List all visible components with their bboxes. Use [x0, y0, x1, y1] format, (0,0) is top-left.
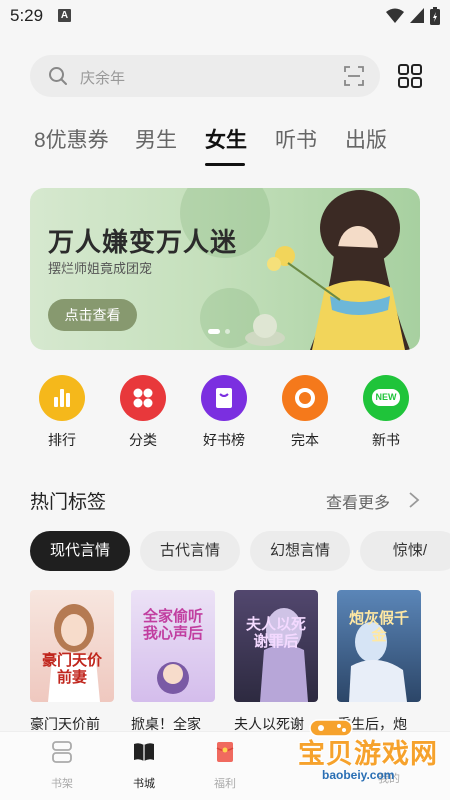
book-cover: 全家偷听我心声后 [131, 590, 215, 702]
nav-label: 书架 [51, 778, 73, 790]
bookmark-icon [201, 375, 247, 421]
search-input[interactable]: 庆余年 [80, 67, 125, 88]
nav-label: 福利 [214, 778, 236, 790]
banner-title: 万人嫌变万人迷 [48, 227, 238, 257]
entry-completed[interactable]: 完本 [275, 375, 335, 450]
open-book-icon [134, 743, 154, 761]
chip-fantasy-romance[interactable]: 幻想言情 [250, 531, 350, 571]
channel-tabs: 8优惠券 男生 女生 听书 出版 [0, 118, 450, 168]
book-card[interactable]: 豪门天价前妻 豪门天价前 [30, 590, 114, 734]
tab-female[interactable]: 女生 [205, 124, 247, 154]
banner-subtitle: 摆烂师姐竟成团宠 [48, 261, 153, 276]
entry-new-books[interactable]: NEW 新书 [356, 375, 416, 450]
chevron-right-icon[interactable] [408, 491, 420, 509]
chip-thriller[interactable]: 惊悚/ [360, 531, 450, 571]
book-list: 豪门天价前妻 豪门天价前 全家偷听我心声后 掀桌！全家 夫人以死谢罪后 夫人以死… [0, 590, 450, 740]
book-cover-title: 全家偷听我心声后 [142, 608, 203, 642]
book-card[interactable]: 全家偷听我心声后 掀桌！全家 [131, 590, 215, 734]
tab-indicator [205, 163, 245, 166]
new-badge-icon: NEW [363, 375, 409, 421]
entry-category[interactable]: 分类 [113, 375, 173, 450]
ring-icon [282, 375, 328, 421]
see-more-link[interactable]: 查看更多 [326, 489, 390, 513]
chip-ancient-romance[interactable]: 古代言情 [140, 531, 240, 571]
four-dots-icon [120, 375, 166, 421]
new-badge-text: NEW [372, 389, 400, 406]
nav-bookstore[interactable]: 书城 [119, 740, 169, 791]
tab-coupon[interactable]: 8优惠券 [34, 124, 109, 154]
book-cover: 炮灰假千金 [337, 590, 421, 702]
nav-label: 书城 [133, 778, 155, 790]
wifi-icon [386, 8, 404, 23]
banner-illustration [245, 190, 410, 350]
entry-label: 排行 [48, 432, 76, 448]
status-bar: 5:29 A [0, 0, 450, 34]
book-card[interactable]: 炮灰假千金 重生后，炮 [337, 590, 421, 734]
watermark-logo: 宝贝游戏网 baobeiy.com [280, 719, 450, 800]
entry-label: 好书榜 [203, 432, 245, 448]
red-packet-icon [216, 742, 234, 762]
search-bar[interactable]: 庆余年 [30, 55, 380, 97]
nav-bookshelf[interactable]: 书架 [37, 740, 87, 791]
notification-icon: A [58, 9, 71, 22]
book-cover-title: 夫人以死谢罪后 [245, 616, 306, 650]
bar-chart-icon [39, 375, 85, 421]
bookshelf-icon [52, 741, 72, 763]
grid-menu-icon[interactable] [398, 64, 422, 88]
nav-welfare[interactable]: 福利 [200, 740, 250, 791]
book-cover-title: 炮灰假千金 [348, 610, 409, 644]
tab-publish[interactable]: 出版 [345, 124, 387, 154]
watermark-text: 宝贝游戏网 [298, 739, 438, 769]
entry-label: 分类 [129, 432, 157, 448]
status-icons [386, 7, 440, 25]
watermark-url: baobeiy.com [322, 768, 395, 782]
battery-icon [430, 7, 440, 25]
pagination-dot [208, 329, 220, 334]
quick-entry-row: 排行 分类 好书榜 完本 NEW 新书 [0, 375, 450, 455]
entry-good-books[interactable]: 好书榜 [194, 375, 254, 450]
scan-icon[interactable] [344, 66, 364, 86]
book-card[interactable]: 夫人以死谢罪后 夫人以死谢 [234, 590, 318, 734]
tab-male[interactable]: 男生 [135, 124, 177, 154]
banner-view-button[interactable]: 点击查看 [48, 299, 137, 331]
book-cover: 夫人以死谢罪后 [234, 590, 318, 702]
promo-banner[interactable]: 万人嫌变万人迷 摆烂师姐竟成团宠 点击查看 [30, 188, 420, 350]
hot-tags-title: 热门标签 [30, 492, 107, 513]
search-icon [49, 67, 67, 85]
banner-pagination [208, 329, 230, 334]
entry-label: 完本 [291, 432, 319, 448]
tab-audio[interactable]: 听书 [275, 124, 317, 154]
book-cover: 豪门天价前妻 [30, 590, 114, 702]
pagination-dot [225, 329, 230, 334]
book-cover-title: 豪门天价前妻 [41, 652, 102, 686]
entry-ranking[interactable]: 排行 [32, 375, 92, 450]
chip-modern-romance[interactable]: 现代言情 [30, 531, 130, 571]
status-time: 5:29 [10, 6, 44, 25]
signal-icon [410, 8, 424, 23]
tag-chips: 现代言情 古代言情 幻想言情 惊悚/ [30, 531, 450, 573]
entry-label: 新书 [372, 432, 400, 448]
